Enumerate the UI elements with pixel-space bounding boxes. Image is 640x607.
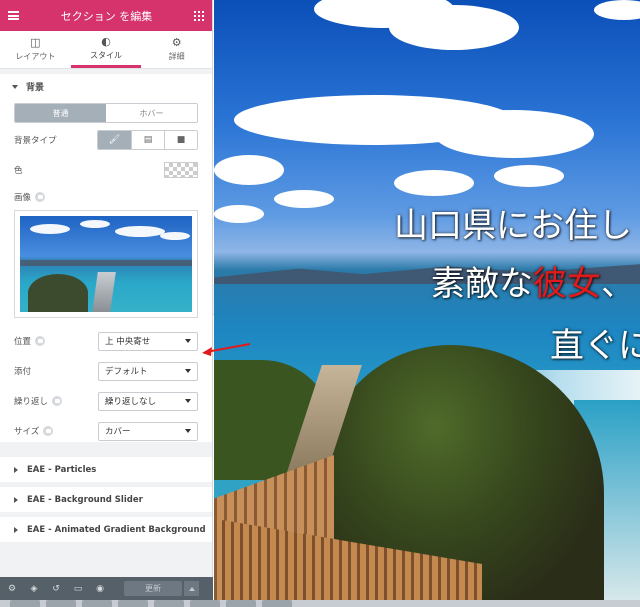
menu-icon[interactable] — [8, 11, 19, 20]
attachment-select[interactable]: デフォルト — [98, 361, 198, 381]
gear-icon: ⚙ — [171, 36, 182, 49]
settings-icon[interactable]: ⚙ — [6, 584, 18, 594]
headline-highlight: 彼女 — [533, 264, 601, 304]
panel-title: セクション を編集 — [60, 9, 153, 23]
chevron-down-icon — [185, 399, 191, 403]
size-label: サイズ — [14, 427, 40, 437]
position-row: 位置 上 中央寄せ — [0, 330, 212, 352]
headline-line3: 直ぐに — [550, 326, 640, 366]
annotation-arrow-icon — [202, 343, 251, 356]
taskbar-item[interactable] — [154, 600, 184, 607]
attachment-row: 添付 デフォルト — [0, 360, 212, 382]
hover-state-button[interactable]: ホバー — [106, 104, 197, 122]
attachment-value: デフォルト — [105, 367, 148, 377]
editor-panel: セクション を編集 ◫ レイアウト ◐ スタイル ⚙ 詳細 背景 普通 ホバー … — [0, 0, 213, 600]
tab-label: 詳細 — [168, 52, 185, 61]
headline-line1: 山口県にお住し — [394, 206, 632, 246]
headline-line2: 素敵な彼女、 — [431, 256, 635, 305]
tab-style[interactable]: ◐ スタイル — [70, 31, 142, 68]
repeat-value: 繰り返しなし — [105, 397, 157, 407]
tab-layout[interactable]: ◫ レイアウト — [0, 31, 71, 68]
position-label-wrap: 位置 — [14, 335, 46, 347]
section-title: EAE - Background Slider — [27, 494, 143, 505]
position-label: 位置 — [14, 337, 32, 347]
headline-text: 、 — [601, 264, 635, 304]
image-label: 画像 — [14, 193, 32, 203]
image-thumbnail — [20, 216, 192, 312]
section-title: 背景 — [26, 83, 45, 93]
chevron-down-icon — [185, 369, 191, 373]
size-row: サイズ カバー — [0, 420, 212, 442]
taskbar-item[interactable] — [118, 600, 148, 607]
contrast-icon: ◐ — [101, 34, 111, 48]
bgtype-row: 背景タイプ 🖌 ▤ ■ — [0, 129, 212, 151]
taskbar-item[interactable] — [262, 600, 292, 607]
section-title: EAE - Particles — [27, 464, 97, 475]
color-row: 色 — [0, 159, 212, 181]
repeat-select[interactable]: 繰り返しなし — [98, 391, 198, 411]
image-label-wrap: 画像 — [14, 191, 46, 203]
widgets-grid-icon[interactable] — [194, 10, 204, 21]
tab-label: スタイル — [90, 50, 122, 60]
image-row: 画像 — [0, 186, 212, 208]
image-chooser[interactable] — [14, 210, 198, 318]
section-eae-background-slider[interactable]: EAE - Background Slider — [0, 482, 212, 512]
normal-state-button[interactable]: 普通 — [15, 104, 106, 122]
chevron-down-icon — [185, 339, 191, 343]
layers-icon[interactable]: ◈ — [28, 584, 40, 594]
chevron-down-icon — [185, 429, 191, 433]
history-icon[interactable]: ↺ — [50, 584, 62, 594]
background-section: 背景 普通 ホバー 背景タイプ 🖌 ▤ ■ 色 画像 位置 上 中央寄せ 添付 … — [0, 69, 212, 442]
responsive-icon[interactable] — [35, 192, 46, 202]
position-value: 上 中央寄せ — [105, 337, 151, 347]
tab-advanced[interactable]: ⚙ 詳細 — [141, 31, 212, 68]
layout-icon: ◫ — [30, 36, 41, 49]
taskbar-item[interactable] — [10, 600, 40, 607]
caret-right-icon — [14, 526, 18, 533]
brush-icon[interactable]: 🖌 — [98, 131, 131, 149]
panel-tabs: ◫ レイアウト ◐ スタイル ⚙ 詳細 — [0, 31, 212, 69]
taskbar-item[interactable] — [82, 600, 112, 607]
bgtype-switch: 🖌 ▤ ■ — [97, 130, 198, 150]
os-taskbar — [0, 600, 640, 607]
repeat-label: 繰り返し — [14, 397, 49, 407]
attachment-label: 添付 — [14, 367, 32, 377]
size-value: カバー — [105, 427, 131, 437]
update-options-button[interactable] — [183, 581, 199, 596]
tab-label: レイアウト — [15, 52, 56, 61]
responsive-icon[interactable] — [35, 336, 46, 346]
update-button[interactable]: 更新 — [124, 581, 182, 596]
color-picker[interactable] — [164, 162, 198, 178]
repeat-label-wrap: 繰り返し — [14, 395, 63, 407]
responsive-mode-icon[interactable]: ▭ — [72, 584, 84, 594]
preview-eye-icon[interactable]: ◉ — [94, 584, 106, 594]
repeat-row: 繰り返し 繰り返しなし — [0, 390, 212, 412]
size-select[interactable]: カバー — [98, 421, 198, 441]
caret-right-icon — [14, 466, 18, 473]
section-eae-animated-gradient[interactable]: EAE - Animated Gradient Background — [0, 512, 212, 542]
state-switch: 普通 ホバー — [14, 103, 198, 123]
caret-down-icon — [12, 84, 18, 89]
bgtype-label: 背景タイプ — [14, 136, 57, 146]
responsive-icon[interactable] — [43, 426, 54, 436]
taskbar-item[interactable] — [226, 600, 256, 607]
background-section-header[interactable]: 背景 — [0, 69, 212, 99]
headline-text: 素敵な — [431, 264, 533, 304]
panel-header: セクション を編集 — [0, 0, 212, 31]
taskbar-item[interactable] — [46, 600, 76, 607]
section-eae-particles[interactable]: EAE - Particles — [0, 452, 212, 482]
responsive-icon[interactable] — [52, 396, 63, 406]
size-label-wrap: サイズ — [14, 425, 54, 437]
section-title: EAE - Animated Gradient Background — [27, 524, 206, 535]
video-icon[interactable]: ■ — [164, 131, 197, 149]
caret-right-icon — [14, 496, 18, 503]
taskbar-item[interactable] — [190, 600, 220, 607]
position-select[interactable]: 上 中央寄せ — [98, 331, 198, 351]
preview-canvas: 山口県にお住し 素敵な彼女、 直ぐに — [214, 0, 640, 600]
color-label: 色 — [14, 166, 23, 176]
gradient-icon[interactable]: ▤ — [131, 131, 164, 149]
panel-footer: ⚙ ◈ ↺ ▭ ◉ 更新 — [0, 577, 213, 600]
